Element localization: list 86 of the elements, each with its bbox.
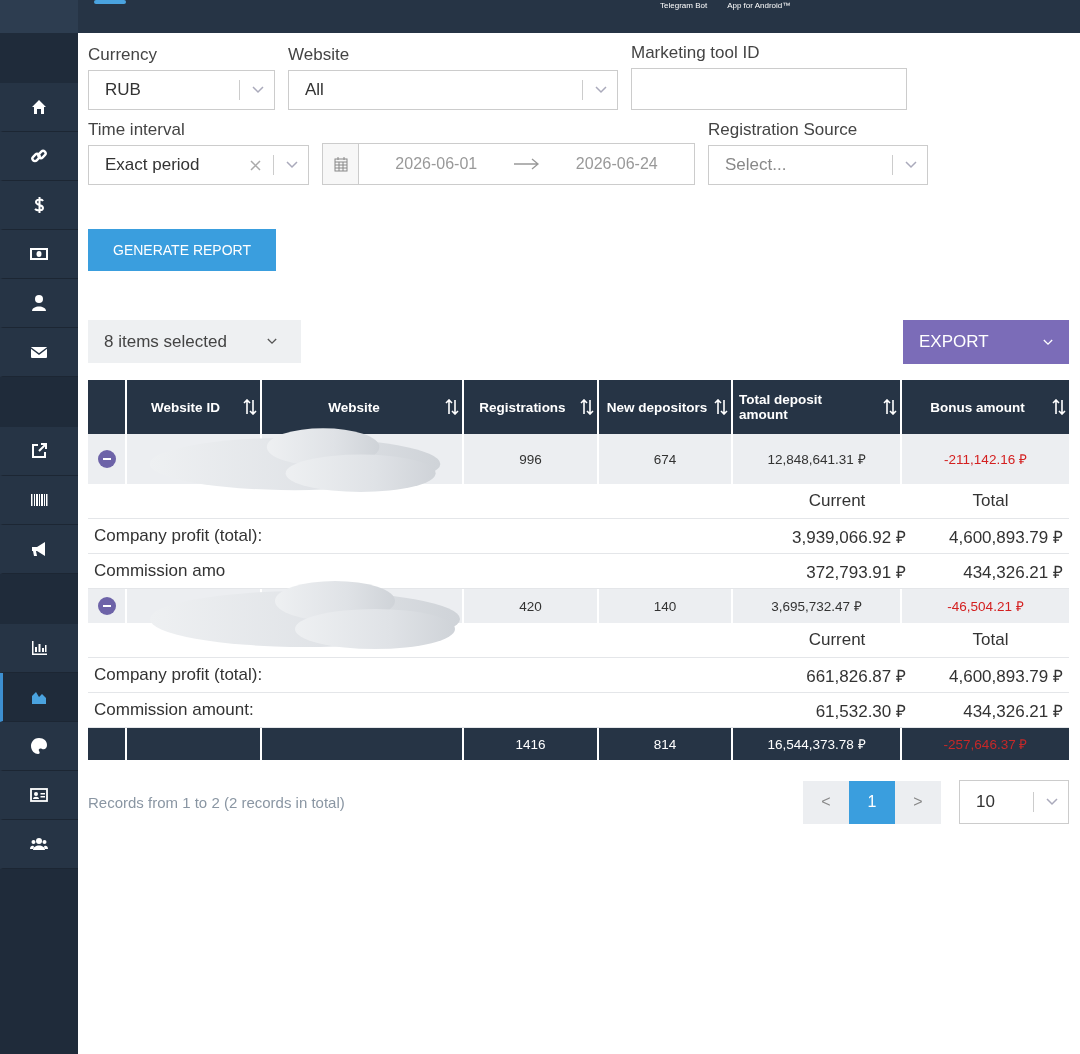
sidebar-item[interactable] xyxy=(0,230,78,279)
chevron-icon xyxy=(1046,798,1058,806)
total-cell: 1416 xyxy=(462,728,597,760)
column-header[interactable]: Total deposit amount xyxy=(731,380,900,434)
total-cell: -257,646.37 ₽ xyxy=(900,728,1069,760)
page-size-select[interactable]: 10 xyxy=(959,780,1069,824)
input-field[interactable] xyxy=(631,68,907,110)
sort-icon[interactable] xyxy=(1052,399,1066,415)
export-button[interactable]: EXPORT xyxy=(903,320,1069,364)
total-cell xyxy=(88,728,125,760)
nav-icon xyxy=(30,442,48,460)
columns-dropdown[interactable]: 8 items selected xyxy=(88,320,301,363)
records-info: Records from 1 to 2 (2 records in total) xyxy=(88,793,345,811)
detail-value: 4,600,893.79 ₽ xyxy=(912,519,1069,554)
table-cell: 3,695,732.47 ₽ xyxy=(731,589,900,623)
table-cell: 674 xyxy=(597,434,731,484)
collapse-icon[interactable] xyxy=(97,597,116,615)
total-cell: 814 xyxy=(597,728,731,760)
arrow-icon xyxy=(513,158,540,170)
field-label: Registration Source xyxy=(708,120,859,140)
sidebar-item[interactable] xyxy=(0,328,78,377)
total-cell: 16,544,373.78 ₽ xyxy=(731,728,900,760)
sidebar-item[interactable] xyxy=(0,771,78,820)
detail-value: 4,600,893.79 ₽ xyxy=(912,658,1069,693)
sidebar-item[interactable] xyxy=(0,427,78,476)
column-header[interactable]: New depositors xyxy=(597,380,731,434)
column-label: Current xyxy=(762,623,912,658)
nav-icon xyxy=(30,245,48,263)
interval-select[interactable]: Exact period xyxy=(88,145,309,185)
nav-icon xyxy=(30,147,48,165)
column-label: Total xyxy=(912,484,1069,519)
nav-icon xyxy=(30,294,48,312)
sort-icon[interactable] xyxy=(883,399,897,415)
nav-icon xyxy=(30,639,48,657)
currency-select[interactable]: RUB xyxy=(88,70,275,110)
field-label: Marketing tool ID xyxy=(631,43,761,63)
table-cell: 996 xyxy=(462,434,597,484)
sidebar-item[interactable] xyxy=(0,525,78,574)
detail-value: 661,826.87 ₽ xyxy=(762,658,912,693)
nav-icon xyxy=(30,737,48,755)
source-select[interactable]: Select... xyxy=(708,145,928,185)
sort-icon[interactable] xyxy=(714,399,728,415)
column-header[interactable]: Bonus amount xyxy=(900,380,1069,434)
collapse-icon[interactable] xyxy=(97,450,116,468)
sidebar-item[interactable] xyxy=(0,476,78,525)
sort-icon[interactable] xyxy=(580,399,594,415)
sort-icon[interactable] xyxy=(243,399,257,415)
menu-icon[interactable] xyxy=(94,0,126,4)
sidebar-item[interactable] xyxy=(0,83,78,132)
app-link[interactable]: App for Android™ xyxy=(727,1,791,10)
column-header[interactable]: Website xyxy=(260,380,462,434)
table-cell: -211,142.16 ₽ xyxy=(900,434,1069,484)
calendar-icon xyxy=(333,156,348,172)
sidebar-item[interactable] xyxy=(0,132,78,181)
nav-icon xyxy=(30,98,48,116)
chevron-icon xyxy=(595,86,607,94)
column-header[interactable]: Registrations xyxy=(462,380,597,434)
table-cell: 140 xyxy=(597,589,731,623)
nav-icon xyxy=(30,540,48,558)
detail-label: Company profit (total): xyxy=(88,658,762,693)
detail-value: 3,939,066.92 ₽ xyxy=(762,519,912,554)
table-cell: -46,504.21 ₽ xyxy=(900,589,1069,623)
sort-icon[interactable] xyxy=(445,399,459,415)
website-select[interactable]: All xyxy=(288,70,618,110)
field-label: Website xyxy=(288,45,351,65)
nav-icon xyxy=(30,835,48,853)
table-cell: 420 xyxy=(462,589,597,623)
chevron-icon xyxy=(905,161,917,169)
app-link[interactable]: Telegram Bot xyxy=(660,1,708,10)
column-label: Current xyxy=(762,484,912,519)
sidebar-item[interactable] xyxy=(0,722,78,771)
sidebar-item[interactable] xyxy=(0,279,78,328)
chevron-icon xyxy=(1043,338,1053,346)
chevron-icon xyxy=(252,86,264,94)
detail-label: Company profit (total): xyxy=(88,519,762,554)
nav-icon xyxy=(30,491,48,509)
sidebar-item[interactable] xyxy=(0,820,78,869)
column-header xyxy=(88,380,125,434)
column-header[interactable]: Website ID xyxy=(125,380,260,434)
chevron-icon xyxy=(286,161,298,169)
chevron-icon xyxy=(266,338,277,345)
field-label: Time interval xyxy=(88,120,186,140)
nav-icon xyxy=(30,786,48,804)
field-label: Currency xyxy=(88,45,158,65)
table-cell: 12,848,641.31 ₽ xyxy=(731,434,900,484)
column-label: Total xyxy=(912,623,1069,658)
